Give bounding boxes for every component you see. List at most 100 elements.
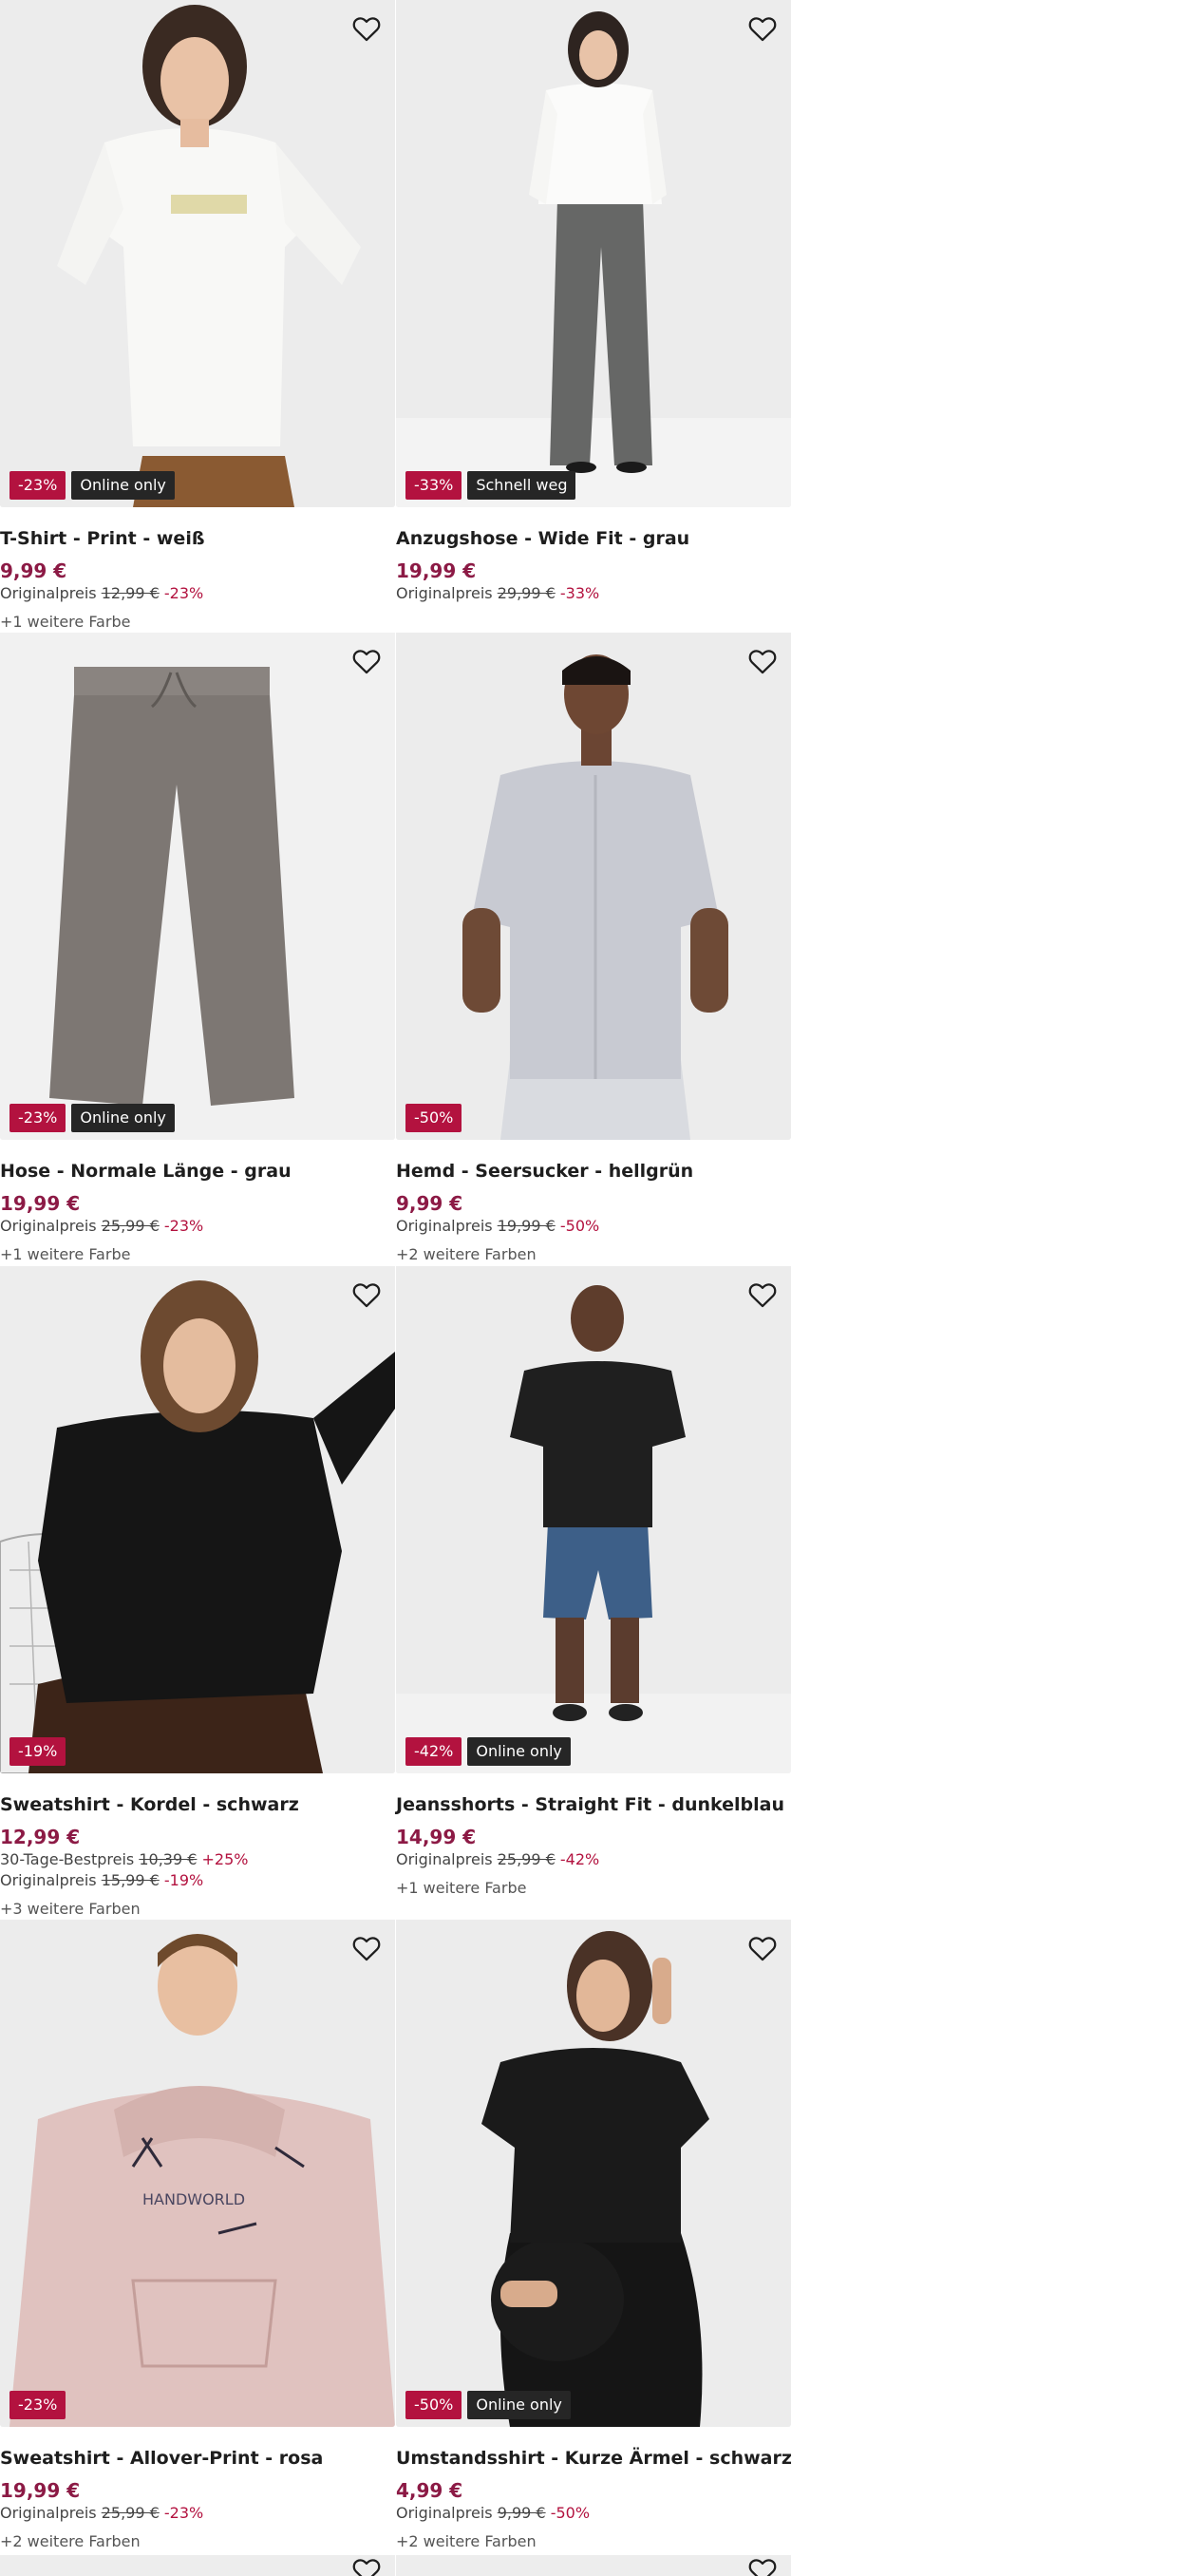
heart-outline-icon (352, 1283, 381, 1308)
product-image[interactable]: -50% (396, 633, 791, 1140)
favorite-button[interactable] (349, 11, 384, 46)
original-price-label: Originalpreis (396, 584, 493, 602)
thirty-day-price-label: 30-Tage-Bestpreis (0, 1850, 135, 1868)
thirty-day-price-line: 30-Tage-Bestpreis 10,39 € +25% (0, 1849, 395, 1870)
favorite-button[interactable] (745, 2553, 780, 2576)
heart-outline-icon (352, 2559, 381, 2576)
product-image[interactable]: -19% (0, 1266, 395, 1773)
heart-outline-icon (352, 650, 381, 674)
discount-badge: -19% (9, 1737, 66, 1766)
product-card[interactable]: -19% Sweatshirt - Kordel - schwarz 12,99… (0, 1266, 395, 1920)
favorite-button[interactable] (745, 11, 780, 46)
badge-group: -23% Online only (9, 471, 175, 500)
product-card[interactable]: -23% Online only Hose - Normale Länge - … (0, 633, 395, 1265)
original-price-discount: -23% (163, 1217, 204, 1235)
original-price-discount: -19% (163, 1871, 204, 1889)
product-title[interactable]: Jeansshorts - Straight Fit - dunkelblau (396, 1792, 791, 1817)
more-colors-text[interactable]: +1 weitere Farbe (396, 1878, 791, 1899)
original-price-line: Originalpreis 19,99 € -50% (396, 1216, 791, 1237)
product-image[interactable]: HANDWORLD -23% (0, 1920, 395, 2427)
product-card[interactable]: -50% Hemd - Seersucker - hellgrün 9,99 €… (396, 633, 791, 1265)
original-price-discount: -42% (559, 1850, 600, 1868)
product-photo (396, 1266, 791, 1773)
online-only-badge: Online only (467, 2391, 571, 2419)
original-price-discount: -50% (550, 2504, 591, 2522)
product-price: 19,99 € (396, 559, 477, 582)
product-card[interactable]: -50% Online only Umstandsshirt - Kurze Ä… (396, 1920, 792, 2552)
original-price-label: Originalpreis (396, 1850, 493, 1868)
favorite-button[interactable] (349, 644, 384, 678)
product-card[interactable]: -42% Online only Jeansshorts - Straight … (396, 1266, 791, 1899)
thirty-day-price-value: 10,39 € (139, 1850, 198, 1868)
badge-group: -50% (405, 1104, 462, 1132)
product-info: Umstandsshirt - Kurze Ärmel - schwarz 4,… (396, 2427, 792, 2552)
original-price-label: Originalpreis (396, 1217, 493, 1235)
original-price-line: Originalpreis 12,99 € -23% (0, 583, 395, 604)
schnell-weg-badge: Schnell weg (467, 471, 576, 500)
more-colors-text[interactable]: +3 weitere Farben (0, 1899, 395, 1920)
product-image[interactable]: -23% Online only (0, 0, 395, 507)
original-price-line: Originalpreis 15,99 € -19% (0, 1870, 395, 1891)
product-info: Sweatshirt - Allover-Print - rosa 19,99 … (0, 2427, 395, 2552)
favorite-button[interactable] (745, 1931, 780, 1965)
next-product-image[interactable] (0, 2555, 395, 2576)
original-price-discount: -23% (163, 2504, 204, 2522)
discount-badge: -23% (9, 1104, 66, 1132)
product-image[interactable]: -50% Online only (396, 1920, 791, 2427)
product-info: Sweatshirt - Kordel - schwarz 12,99 € 30… (0, 1773, 395, 1920)
product-price: 19,99 € (0, 2479, 81, 2502)
product-title[interactable]: Umstandsshirt - Kurze Ärmel - schwarz (396, 2446, 792, 2471)
product-info: T-Shirt - Print - weiß 9,99 € Originalpr… (0, 507, 395, 633)
online-only-badge: Online only (71, 471, 175, 500)
more-colors-text[interactable]: +2 weitere Farben (0, 2531, 395, 2552)
next-product-image[interactable] (396, 2555, 791, 2576)
product-title[interactable]: Hose - Normale Länge - grau (0, 1159, 395, 1184)
product-photo (396, 633, 791, 1140)
original-price-label: Originalpreis (0, 2504, 97, 2522)
more-colors-text[interactable]: +1 weitere Farbe (0, 1244, 395, 1265)
original-price-line: Originalpreis 29,99 € -33% (396, 583, 791, 604)
product-title[interactable]: Hemd - Seersucker - hellgrün (396, 1159, 791, 1184)
product-image[interactable]: -42% Online only (396, 1266, 791, 1773)
online-only-badge: Online only (467, 1737, 571, 1766)
thirty-day-price-change: +25% (201, 1850, 249, 1868)
heart-outline-icon (748, 1283, 777, 1308)
favorite-button[interactable] (349, 1931, 384, 1965)
heart-outline-icon (352, 17, 381, 42)
more-colors-text[interactable]: +2 weitere Farben (396, 1244, 791, 1265)
original-price-label: Originalpreis (0, 1871, 97, 1889)
original-price-discount: -23% (163, 584, 204, 602)
favorite-button[interactable] (349, 1278, 384, 1312)
original-price-value: 15,99 € (101, 1871, 160, 1889)
original-price-value: 12,99 € (101, 584, 160, 602)
product-title[interactable]: Anzugshose - Wide Fit - grau (396, 526, 791, 551)
favorite-button[interactable] (349, 2553, 384, 2576)
more-colors-text[interactable]: +1 weitere Farbe (0, 612, 395, 633)
product-title[interactable]: Sweatshirt - Kordel - schwarz (0, 1792, 395, 1817)
badge-group: -50% Online only (405, 2391, 571, 2419)
discount-badge: -50% (405, 2391, 462, 2419)
product-title[interactable]: T-Shirt - Print - weiß (0, 526, 395, 551)
original-price-line: Originalpreis 9,99 € -50% (396, 2503, 791, 2524)
original-price-line: Originalpreis 25,99 € -23% (0, 2503, 395, 2524)
original-price-line: Originalpreis 25,99 € -23% (0, 1216, 395, 1237)
product-price: 19,99 € (0, 1192, 81, 1215)
badge-group: -42% Online only (405, 1737, 571, 1766)
discount-badge: -42% (405, 1737, 462, 1766)
favorite-button[interactable] (745, 644, 780, 678)
product-card[interactable]: -33% Schnell weg Anzugshose - Wide Fit -… (396, 0, 791, 604)
discount-badge: -50% (405, 1104, 462, 1132)
product-price: 9,99 € (0, 559, 67, 582)
heart-outline-icon (352, 1937, 381, 1961)
product-card[interactable]: HANDWORLD -23% Sweatshirt - Allover-Prin… (0, 1920, 395, 2552)
heart-outline-icon (748, 1937, 777, 1961)
product-image[interactable]: -23% Online only (0, 633, 395, 1140)
product-photo (0, 633, 395, 1140)
discount-badge: -23% (9, 471, 66, 500)
more-colors-text[interactable]: +2 weitere Farben (396, 2531, 791, 2552)
product-image[interactable]: -33% Schnell weg (396, 0, 791, 507)
product-card[interactable]: -23% Online only T-Shirt - Print - weiß … (0, 0, 395, 633)
product-title[interactable]: Sweatshirt - Allover-Print - rosa (0, 2446, 395, 2471)
favorite-button[interactable] (745, 1278, 780, 1312)
product-info: Jeansshorts - Straight Fit - dunkelblau … (396, 1773, 791, 1899)
